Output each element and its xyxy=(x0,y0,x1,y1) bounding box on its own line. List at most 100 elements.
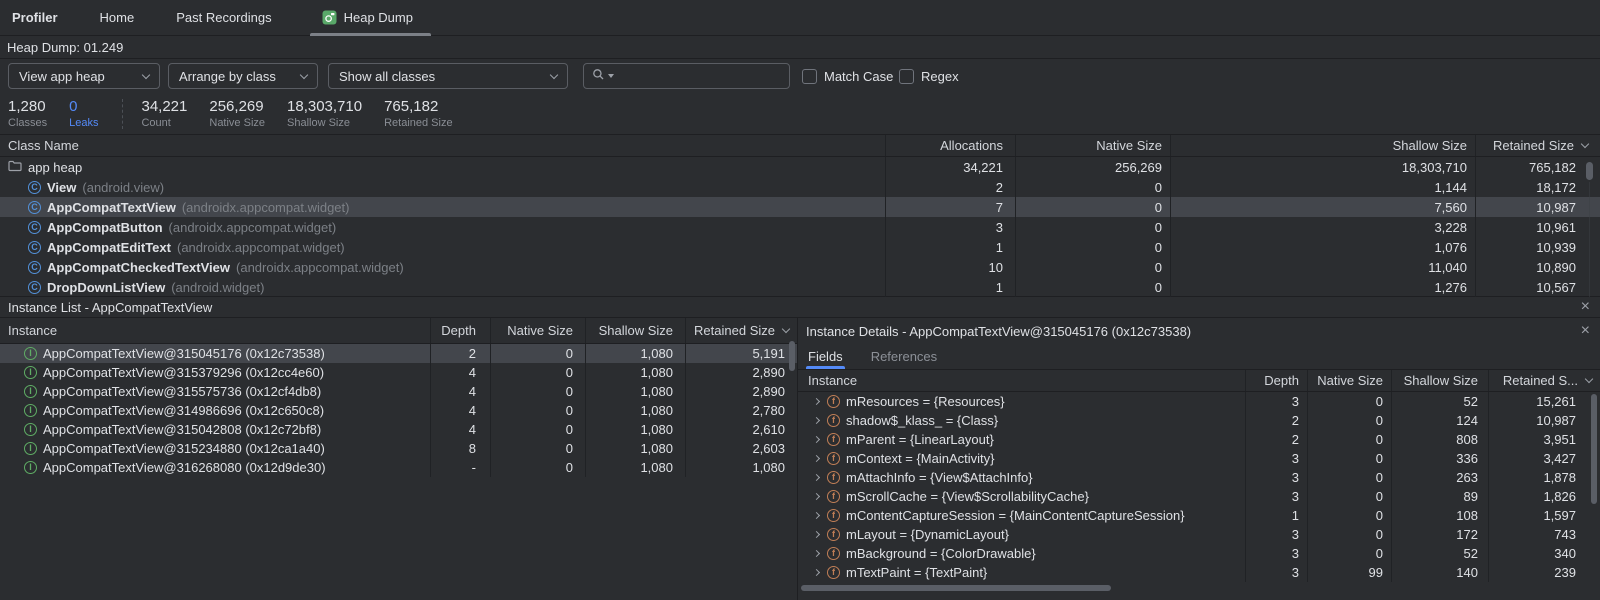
instance-details-titlebar: Instance Details - AppCompatTextView@315… xyxy=(798,318,1600,344)
field-row[interactable]: fmLayout = {DynamicLayout}30172743 xyxy=(798,525,1600,544)
instance-details-hscrollbar[interactable] xyxy=(801,585,1111,591)
col-retained-size-label: Retained Size xyxy=(1493,138,1574,153)
field-row[interactable]: fmTextPaint = {TextPaint}399140239 xyxy=(798,563,1600,582)
field-name: mBackground = {ColorDrawable} xyxy=(846,546,1036,561)
tab-past-recordings[interactable]: Past Recordings xyxy=(176,10,271,25)
field-name: mScrollCache = {View$ScrollabilityCache} xyxy=(846,489,1089,504)
field-row[interactable]: fmResources = {Resources}305215,261 xyxy=(798,392,1600,411)
field-row[interactable]: fmBackground = {ColorDrawable}3052340 xyxy=(798,544,1600,563)
num-cell: 0 xyxy=(490,439,585,458)
class-table-header: Class Name Allocations Native Size Shall… xyxy=(0,135,1600,157)
class-icon: C xyxy=(28,261,41,274)
num-cell: 8 xyxy=(430,439,490,458)
col-retained-size[interactable]: Retained Size xyxy=(1475,135,1600,156)
active-tab-underline xyxy=(806,366,845,369)
col-native-size[interactable]: Native Size xyxy=(1307,370,1391,391)
stat-leaks[interactable]: 0 Leaks xyxy=(69,98,98,129)
class-row[interactable]: CAppCompatCheckedTextView(androidx.appco… xyxy=(0,257,1600,277)
field-name: mContentCaptureSession = {MainContentCap… xyxy=(846,508,1185,523)
num-cell: 340 xyxy=(1488,544,1600,563)
field-row[interactable]: fmScrollCache = {View$ScrollabilityCache… xyxy=(798,487,1600,506)
col-class-name[interactable]: Class Name xyxy=(0,135,885,156)
col-shallow-size[interactable]: Shallow Size xyxy=(585,318,685,343)
top-tab-bar: Profiler Home Past Recordings Heap Dump xyxy=(0,0,1600,36)
regex-checkbox[interactable]: Regex xyxy=(899,63,959,89)
num-cell: 3,427 xyxy=(1488,449,1600,468)
class-row[interactable]: CView(android.view)201,14418,172 xyxy=(0,177,1600,197)
col-allocations[interactable]: Allocations xyxy=(885,135,1015,156)
stat-leaks-label: Leaks xyxy=(69,117,98,129)
instance-list-vscrollbar[interactable] xyxy=(789,341,795,371)
close-icon[interactable]: × xyxy=(1581,323,1590,339)
class-name-cell: CAppCompatCheckedTextView(androidx.appco… xyxy=(0,257,885,277)
field-row[interactable]: fmParent = {LinearLayout}208083,951 xyxy=(798,430,1600,449)
field-row[interactable]: fmContext = {MainActivity}303363,427 xyxy=(798,449,1600,468)
class-row[interactable]: CAppCompatEditText(androidx.appcompat.wi… xyxy=(0,237,1600,257)
num-cell: 0 xyxy=(490,401,585,420)
num-cell: 0 xyxy=(490,458,585,477)
class-name: AppCompatCheckedTextView xyxy=(47,260,230,275)
col-depth[interactable]: Depth xyxy=(430,318,490,343)
class-row[interactable]: CDropDownListView(android.widget)101,276… xyxy=(0,277,1600,297)
arrange-select[interactable]: Arrange by class xyxy=(168,63,318,89)
field-row[interactable]: fmAttachInfo = {View$AttachInfo}302631,8… xyxy=(798,468,1600,487)
class-name-cell: CView(android.view) xyxy=(0,177,885,197)
instance-row[interactable]: IAppCompatTextView@315042808 (0x12c72bf8… xyxy=(0,420,797,439)
col-native-size[interactable]: Native Size xyxy=(490,318,585,343)
col-native-size[interactable]: Native Size xyxy=(1015,135,1170,156)
class-row[interactable]: CAppCompatButton(androidx.appcompat.widg… xyxy=(0,217,1600,237)
num-cell: 2 xyxy=(1245,411,1307,430)
num-cell: 1,076 xyxy=(1170,237,1475,257)
field-icon: f xyxy=(827,452,840,465)
num-cell: 0 xyxy=(490,363,585,382)
num-cell: 0 xyxy=(1307,506,1391,525)
instance-row[interactable]: IAppCompatTextView@315575736 (0x12cf4db8… xyxy=(0,382,797,401)
num-cell: 0 xyxy=(1307,525,1391,544)
instance-row[interactable]: IAppCompatTextView@315234880 (0x12ca1a40… xyxy=(0,439,797,458)
sort-desc-icon xyxy=(782,324,790,332)
match-case-checkbox[interactable]: Match Case xyxy=(802,63,893,89)
num-cell: 10,987 xyxy=(1475,197,1600,217)
chevron-right-icon xyxy=(813,512,820,519)
close-icon[interactable]: × xyxy=(1581,299,1590,315)
col-instance[interactable]: Instance xyxy=(798,370,1245,391)
tab-references[interactable]: References xyxy=(871,343,937,369)
search-options-icon[interactable] xyxy=(608,74,614,78)
tab-heap-dump[interactable]: Heap Dump xyxy=(316,0,419,36)
tab-home[interactable]: Home xyxy=(100,10,135,25)
field-name-cell: fmAttachInfo = {View$AttachInfo} xyxy=(798,468,1245,487)
tab-fields[interactable]: Fields xyxy=(808,343,843,369)
num-cell: 4 xyxy=(430,382,490,401)
class-filter-select[interactable]: Show all classes xyxy=(328,63,568,89)
class-name-cell: CDropDownListView(android.widget) xyxy=(0,277,885,297)
class-table-vscroll-track xyxy=(1589,182,1590,297)
col-depth[interactable]: Depth xyxy=(1245,370,1307,391)
heap-dump-timestamp: Heap Dump: 01.249 xyxy=(7,40,123,55)
num-cell: 3 xyxy=(1245,468,1307,487)
col-shallow-size[interactable]: Shallow Size xyxy=(1170,135,1475,156)
instance-row[interactable]: IAppCompatTextView@314986696 (0x12c650c8… xyxy=(0,401,797,420)
col-instance[interactable]: Instance xyxy=(0,318,430,343)
instance-row[interactable]: IAppCompatTextView@315379296 (0x12cc4e60… xyxy=(0,363,797,382)
class-name: AppCompatEditText xyxy=(47,240,171,255)
field-row[interactable]: fshadow$_klass_ = {Class}2012410,987 xyxy=(798,411,1600,430)
num-cell: 808 xyxy=(1391,430,1488,449)
field-name-cell: fmBackground = {ColorDrawable} xyxy=(798,544,1245,563)
heap-scope-select[interactable]: View app heap xyxy=(8,63,160,89)
search-input[interactable] xyxy=(617,68,781,85)
class-row[interactable]: CAppCompatTextView(androidx.appcompat.wi… xyxy=(0,197,1600,217)
num-cell: 5,191 xyxy=(685,344,797,363)
field-row[interactable]: fmContentCaptureSession = {MainContentCa… xyxy=(798,506,1600,525)
class-table-vscrollbar[interactable] xyxy=(1586,162,1593,180)
instance-row[interactable]: IAppCompatTextView@316268080 (0x12d9de30… xyxy=(0,458,797,477)
search-box[interactable] xyxy=(583,63,790,89)
num-cell: 7 xyxy=(885,197,1015,217)
instance-details-vscrollbar[interactable] xyxy=(1591,394,1597,504)
col-shallow-size[interactable]: Shallow Size xyxy=(1391,370,1488,391)
num-cell: 0 xyxy=(490,382,585,401)
instance-details-tabs: Fields References xyxy=(798,344,1600,370)
instance-row[interactable]: IAppCompatTextView@315045176 (0x12c73538… xyxy=(0,344,797,363)
col-retained-size[interactable]: Retained Size xyxy=(685,318,797,343)
class-row[interactable]: app heap34,221256,26918,303,710765,182 xyxy=(0,157,1600,177)
col-retained-size[interactable]: Retained S... xyxy=(1488,370,1600,391)
